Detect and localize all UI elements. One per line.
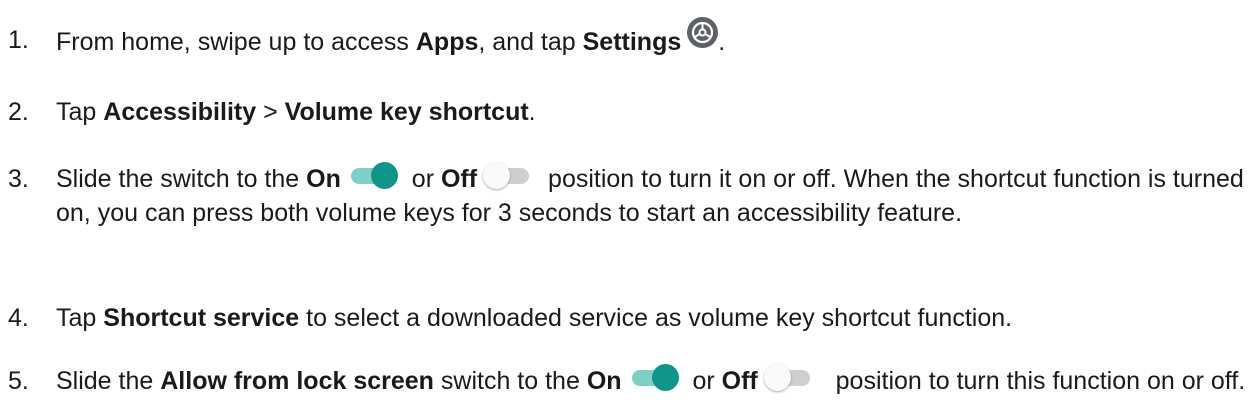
toggle-on-icon <box>628 363 680 391</box>
text: position to turn this function on or off… <box>821 367 1246 395</box>
toggle-off-icon <box>763 363 816 391</box>
step-text: From home, swipe up to access Apps, and … <box>56 17 1246 59</box>
step-text: Slide the switch to the On or Off positi… <box>56 162 1246 230</box>
text: or <box>404 165 441 193</box>
text: Tap <box>56 98 104 126</box>
bold-term: Off <box>721 367 758 395</box>
bold-term: On <box>306 165 341 193</box>
text: Slide the switch to the <box>56 165 307 193</box>
step-number: 1. <box>8 26 29 54</box>
bold-term: Volume key shortcut <box>284 98 529 126</box>
bold-term: On <box>586 367 622 395</box>
text: Tap <box>56 304 104 332</box>
text: > <box>256 98 285 126</box>
text: or <box>685 367 722 395</box>
text: switch to the <box>433 367 587 395</box>
bold-term: Settings <box>582 28 682 56</box>
step-number: 3. <box>8 165 29 193</box>
bold-term: Shortcut service <box>103 304 300 332</box>
toggle-off-icon <box>483 161 535 189</box>
step-number: 5. <box>8 367 29 395</box>
step-number: 4. <box>8 304 29 332</box>
step-number: 2. <box>8 98 29 126</box>
bold-term: Allow from lock screen <box>160 367 434 395</box>
step-text: Tap Shortcut service to select a downloa… <box>56 301 1246 335</box>
bold-term: Accessibility <box>103 98 257 126</box>
bold-term: Off <box>440 165 478 193</box>
step-text: Tap Accessibility > Volume key shortcut. <box>56 95 1246 129</box>
text: . <box>718 28 726 56</box>
text: to select a downloaded service as volume… <box>299 304 1013 332</box>
text: Slide the <box>56 367 161 395</box>
text: From home, swipe up to access <box>56 28 416 56</box>
instruction-list: 1. From home, swipe up to access Apps, a… <box>0 0 1252 420</box>
bold-term: Apps <box>415 28 479 56</box>
toggle-on-icon <box>347 161 399 189</box>
text: , and tap <box>478 28 583 56</box>
settings-gear-icon <box>687 17 719 48</box>
text: . <box>528 98 536 126</box>
step-text: Slide the Allow from lock screen switch … <box>56 364 1246 398</box>
